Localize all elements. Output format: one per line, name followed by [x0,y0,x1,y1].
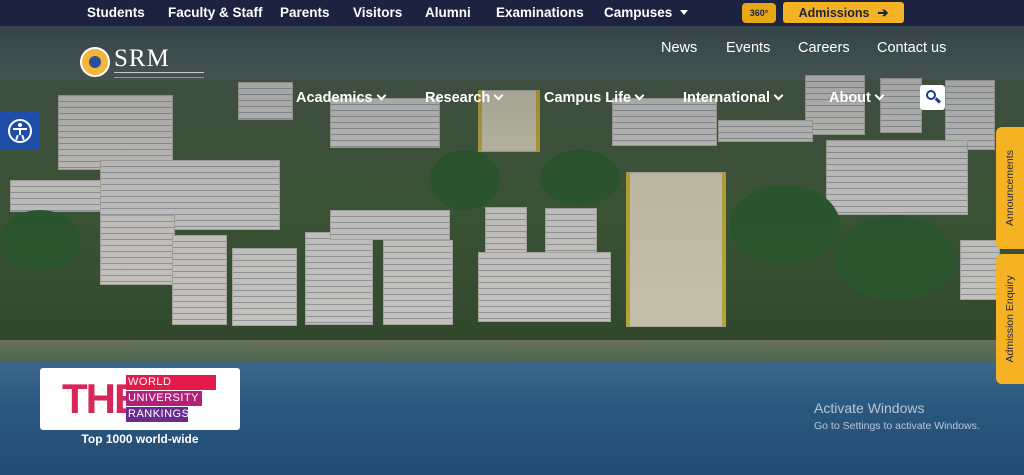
nav-campus-life-label: Campus Life [544,90,632,106]
caret-down-icon [680,10,689,15]
search-button[interactable] [920,85,945,110]
admissions-button[interactable]: Admissions ➔ [783,2,904,23]
chevron-down-icon [634,90,645,101]
virtual-tour-360-button[interactable]: 360° [742,3,776,23]
nav-research[interactable]: Research [425,90,504,106]
logo-seal-icon [80,47,110,77]
campuses-label: Campuses [604,5,673,20]
chevron-down-icon [376,90,387,101]
nav-campus-life[interactable]: Campus Life [544,90,645,106]
nav-about[interactable]: About [829,90,885,106]
rank-line-world: WORLD [126,375,216,390]
topbar-link-faculty-staff[interactable]: Faculty & Staff [168,5,263,20]
activate-windows-watermark: Activate Windows Go to Settings to activ… [814,400,980,432]
chevron-down-icon [874,90,885,101]
the-rankings-badge[interactable]: THE WORLD UNIVERSITY RANKINGS [40,368,240,430]
activate-windows-title: Activate Windows [814,400,925,416]
nav-contact-us[interactable]: Contact us [877,40,946,56]
srm-logo[interactable]: SRM [80,45,204,85]
nav-international-label: International [683,90,771,106]
activate-windows-subtitle: Go to Settings to activate Windows. [814,420,980,432]
nav-research-label: Research [425,90,491,106]
topbar-link-students[interactable]: Students [87,5,145,20]
arrow-right-icon: ➔ [877,5,889,20]
rankings-caption: Top 1000 world-wide [81,432,199,446]
top-bar: Students Faculty & Staff Parents Visitor… [0,0,1024,26]
nav-academics-label: Academics [296,90,373,106]
topbar-link-visitors[interactable]: Visitors [353,5,402,20]
topbar-link-parents[interactable]: Parents [280,5,330,20]
admission-enquiry-label: Admission Enquiry [1004,275,1016,363]
chevron-down-icon [493,90,504,101]
nav-news[interactable]: News [661,40,697,56]
the-logo-lines: WORLD UNIVERSITY RANKINGS [126,375,216,423]
topbar-link-examinations[interactable]: Examinations [496,5,584,20]
nav-events[interactable]: Events [726,40,770,56]
admissions-label: Admissions [798,6,870,20]
admission-enquiry-tab[interactable]: Admission Enquiry [996,254,1024,384]
announcements-label: Announcements [1004,150,1016,226]
logo-tagline-lines [114,72,204,78]
announcements-tab[interactable]: Announcements [996,127,1024,249]
nav-academics[interactable]: Academics [296,90,387,106]
rank-line-rankings: RANKINGS [126,407,190,422]
topbar-dropdown-campuses[interactable]: Campuses [604,5,689,20]
nav-about-label: About [829,90,871,106]
chevron-down-icon [773,90,784,101]
topbar-link-alumni[interactable]: Alumni [425,5,471,20]
accessibility-button[interactable] [0,112,40,150]
nav-careers[interactable]: Careers [798,40,850,56]
logo-text: SRM [114,45,170,72]
rank-line-university: UNIVERSITY [126,391,202,406]
nav-international[interactable]: International [683,90,784,106]
